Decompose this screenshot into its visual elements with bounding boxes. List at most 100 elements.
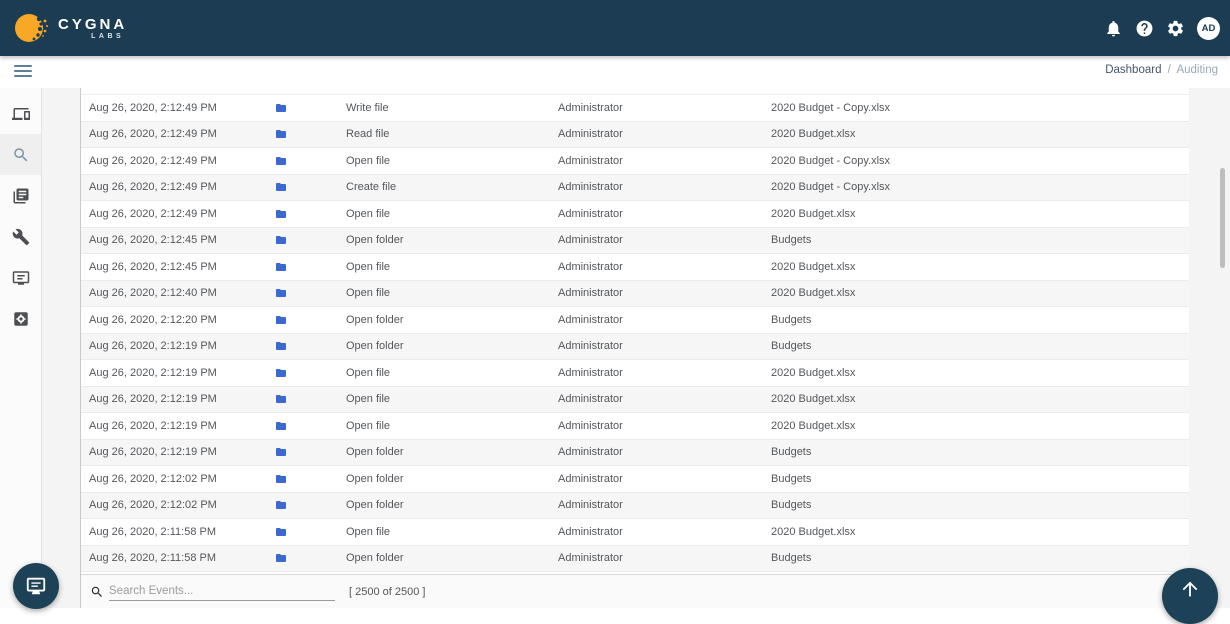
event-action: Read file <box>346 128 390 141</box>
event-object: 2020 Budget.xlsx <box>771 287 856 300</box>
help-icon[interactable] <box>1135 19 1154 38</box>
event-timestamp: Aug 26, 2020, 2:12:45 PM <box>89 234 217 247</box>
event-object: 2020 Budget - Copy.xlsx <box>771 154 891 167</box>
brand-subname: LABS <box>91 32 125 40</box>
event-action: Open folder <box>346 499 404 512</box>
event-object: Budgets <box>771 472 812 485</box>
table-row[interactable]: Aug 26, 2020, 2:12:19 PM Open folder Adm… <box>81 439 1189 466</box>
event-action: Open folder <box>346 313 404 326</box>
event-user: Administrator <box>558 287 623 300</box>
folder-icon <box>266 420 346 432</box>
main-content: Aug 26, 2020, 2:12:49 PM Write file Admi… <box>42 88 1230 608</box>
event-object: Budgets <box>771 499 812 512</box>
event-timestamp: Aug 26, 2020, 2:12:49 PM <box>89 181 217 194</box>
sidebar-item-devices[interactable] <box>0 93 41 134</box>
event-user: Administrator <box>558 181 623 194</box>
chat-console-icon <box>26 577 46 595</box>
folder-icon <box>266 261 346 273</box>
event-user: Administrator <box>558 313 623 326</box>
table-row[interactable]: Aug 26, 2020, 2:12:02 PM Open folder Adm… <box>81 466 1189 493</box>
event-object: Budgets <box>771 552 812 565</box>
folder-icon <box>266 234 346 246</box>
search-events-input[interactable] <box>109 582 335 601</box>
sidebar-item-search[interactable] <box>0 134 41 175</box>
sidebar-item-settings-apps[interactable] <box>0 298 41 339</box>
event-timestamp: Aug 26, 2020, 2:12:40 PM <box>89 287 217 300</box>
user-avatar[interactable]: AD <box>1197 16 1220 40</box>
event-action: Open file <box>346 366 391 379</box>
menu-toggle-icon[interactable] <box>14 65 32 79</box>
table-row[interactable]: Aug 26, 2020, 2:12:45 PM Open folder Adm… <box>81 227 1189 254</box>
event-user: Administrator <box>558 366 623 379</box>
dvr-icon <box>12 270 29 285</box>
app-header: CYGNA LABS AD <box>0 0 1230 56</box>
event-action: Open folder <box>346 552 404 565</box>
events-table-body: Aug 26, 2020, 2:12:49 PM Write file Admi… <box>81 95 1189 572</box>
event-action: Open folder <box>346 472 404 485</box>
breadcrumb-separator: / <box>1167 64 1171 76</box>
event-user: Administrator <box>558 128 623 141</box>
sidebar-item-reports[interactable] <box>0 175 41 216</box>
scroll-to-top-button[interactable] <box>1162 568 1218 624</box>
table-row-partial <box>81 88 1189 95</box>
table-row[interactable]: Aug 26, 2020, 2:12:19 PM Open file Admin… <box>81 386 1189 413</box>
event-timestamp: Aug 26, 2020, 2:12:49 PM <box>89 101 217 114</box>
event-object: 2020 Budget - Copy.xlsx <box>771 101 891 114</box>
folder-icon <box>266 155 346 167</box>
table-row[interactable]: Aug 26, 2020, 2:12:02 PM Open folder Adm… <box>81 492 1189 519</box>
search-events-icon <box>91 586 102 597</box>
table-row[interactable]: Aug 26, 2020, 2:12:45 PM Open file Admin… <box>81 254 1189 281</box>
event-object: 2020 Budget.xlsx <box>771 207 856 220</box>
event-timestamp: Aug 26, 2020, 2:12:19 PM <box>89 366 217 379</box>
event-action: Open folder <box>346 340 404 353</box>
event-action: Open file <box>346 287 391 300</box>
event-object: 2020 Budget.xlsx <box>771 393 856 406</box>
event-timestamp: Aug 26, 2020, 2:12:02 PM <box>89 472 217 485</box>
notifications-icon[interactable] <box>1104 19 1123 38</box>
folder-icon <box>266 552 346 564</box>
table-row[interactable]: Aug 26, 2020, 2:12:49 PM Open file Admin… <box>81 201 1189 228</box>
table-row[interactable]: Aug 26, 2020, 2:12:19 PM Open file Admin… <box>81 413 1189 440</box>
table-row[interactable]: Aug 26, 2020, 2:12:49 PM Read file Admin… <box>81 121 1189 148</box>
event-user: Administrator <box>558 525 623 538</box>
folder-icon <box>266 181 346 193</box>
breadcrumb-dashboard[interactable]: Dashboard <box>1105 64 1161 76</box>
event-user: Administrator <box>558 207 623 220</box>
table-row[interactable]: Aug 26, 2020, 2:12:19 PM Open file Admin… <box>81 360 1189 387</box>
table-row[interactable]: Aug 26, 2020, 2:12:40 PM Open file Admin… <box>81 280 1189 307</box>
vertical-scrollbar[interactable] <box>1220 168 1225 268</box>
settings-applications-icon <box>13 311 28 326</box>
event-object: Budgets <box>771 313 812 326</box>
table-row[interactable]: Aug 26, 2020, 2:12:49 PM Create file Adm… <box>81 174 1189 201</box>
table-row[interactable]: Aug 26, 2020, 2:11:58 PM Open folder Adm… <box>81 545 1189 572</box>
table-row[interactable]: Aug 26, 2020, 2:12:19 PM Open folder Adm… <box>81 333 1189 360</box>
sidebar-item-tools[interactable] <box>0 216 41 257</box>
event-action: Open file <box>346 154 391 167</box>
events-count: [ 2500 of 2500 ] <box>349 585 426 598</box>
event-timestamp: Aug 26, 2020, 2:11:58 PM <box>89 552 216 565</box>
event-user: Administrator <box>558 446 623 459</box>
event-timestamp: Aug 26, 2020, 2:11:58 PM <box>89 525 216 538</box>
event-timestamp: Aug 26, 2020, 2:12:19 PM <box>89 419 217 432</box>
cygna-logo: CYGNA LABS <box>14 11 127 45</box>
table-row[interactable]: Aug 26, 2020, 2:12:49 PM Write file Admi… <box>81 95 1189 122</box>
folder-icon <box>266 446 346 458</box>
sidebar-nav <box>0 88 42 608</box>
table-row[interactable]: Aug 26, 2020, 2:11:58 PM Open file Admin… <box>81 519 1189 546</box>
folder-icon <box>266 314 346 326</box>
arrow-up-icon <box>1182 581 1198 597</box>
event-user: Administrator <box>558 419 623 432</box>
event-user: Administrator <box>558 499 623 512</box>
devices-icon <box>11 107 30 120</box>
event-timestamp: Aug 26, 2020, 2:12:19 PM <box>89 393 217 406</box>
folder-icon <box>266 340 346 352</box>
live-chat-button[interactable] <box>13 563 59 609</box>
table-row[interactable]: Aug 26, 2020, 2:12:20 PM Open folder Adm… <box>81 307 1189 334</box>
event-action: Open folder <box>346 446 404 459</box>
folder-icon <box>266 473 346 485</box>
sidebar-item-console[interactable] <box>0 257 41 298</box>
table-row[interactable]: Aug 26, 2020, 2:12:49 PM Open file Admin… <box>81 148 1189 175</box>
breadcrumb-auditing: Auditing <box>1176 64 1218 76</box>
settings-icon[interactable] <box>1166 19 1185 38</box>
brand-name: CYGNA <box>58 15 128 33</box>
